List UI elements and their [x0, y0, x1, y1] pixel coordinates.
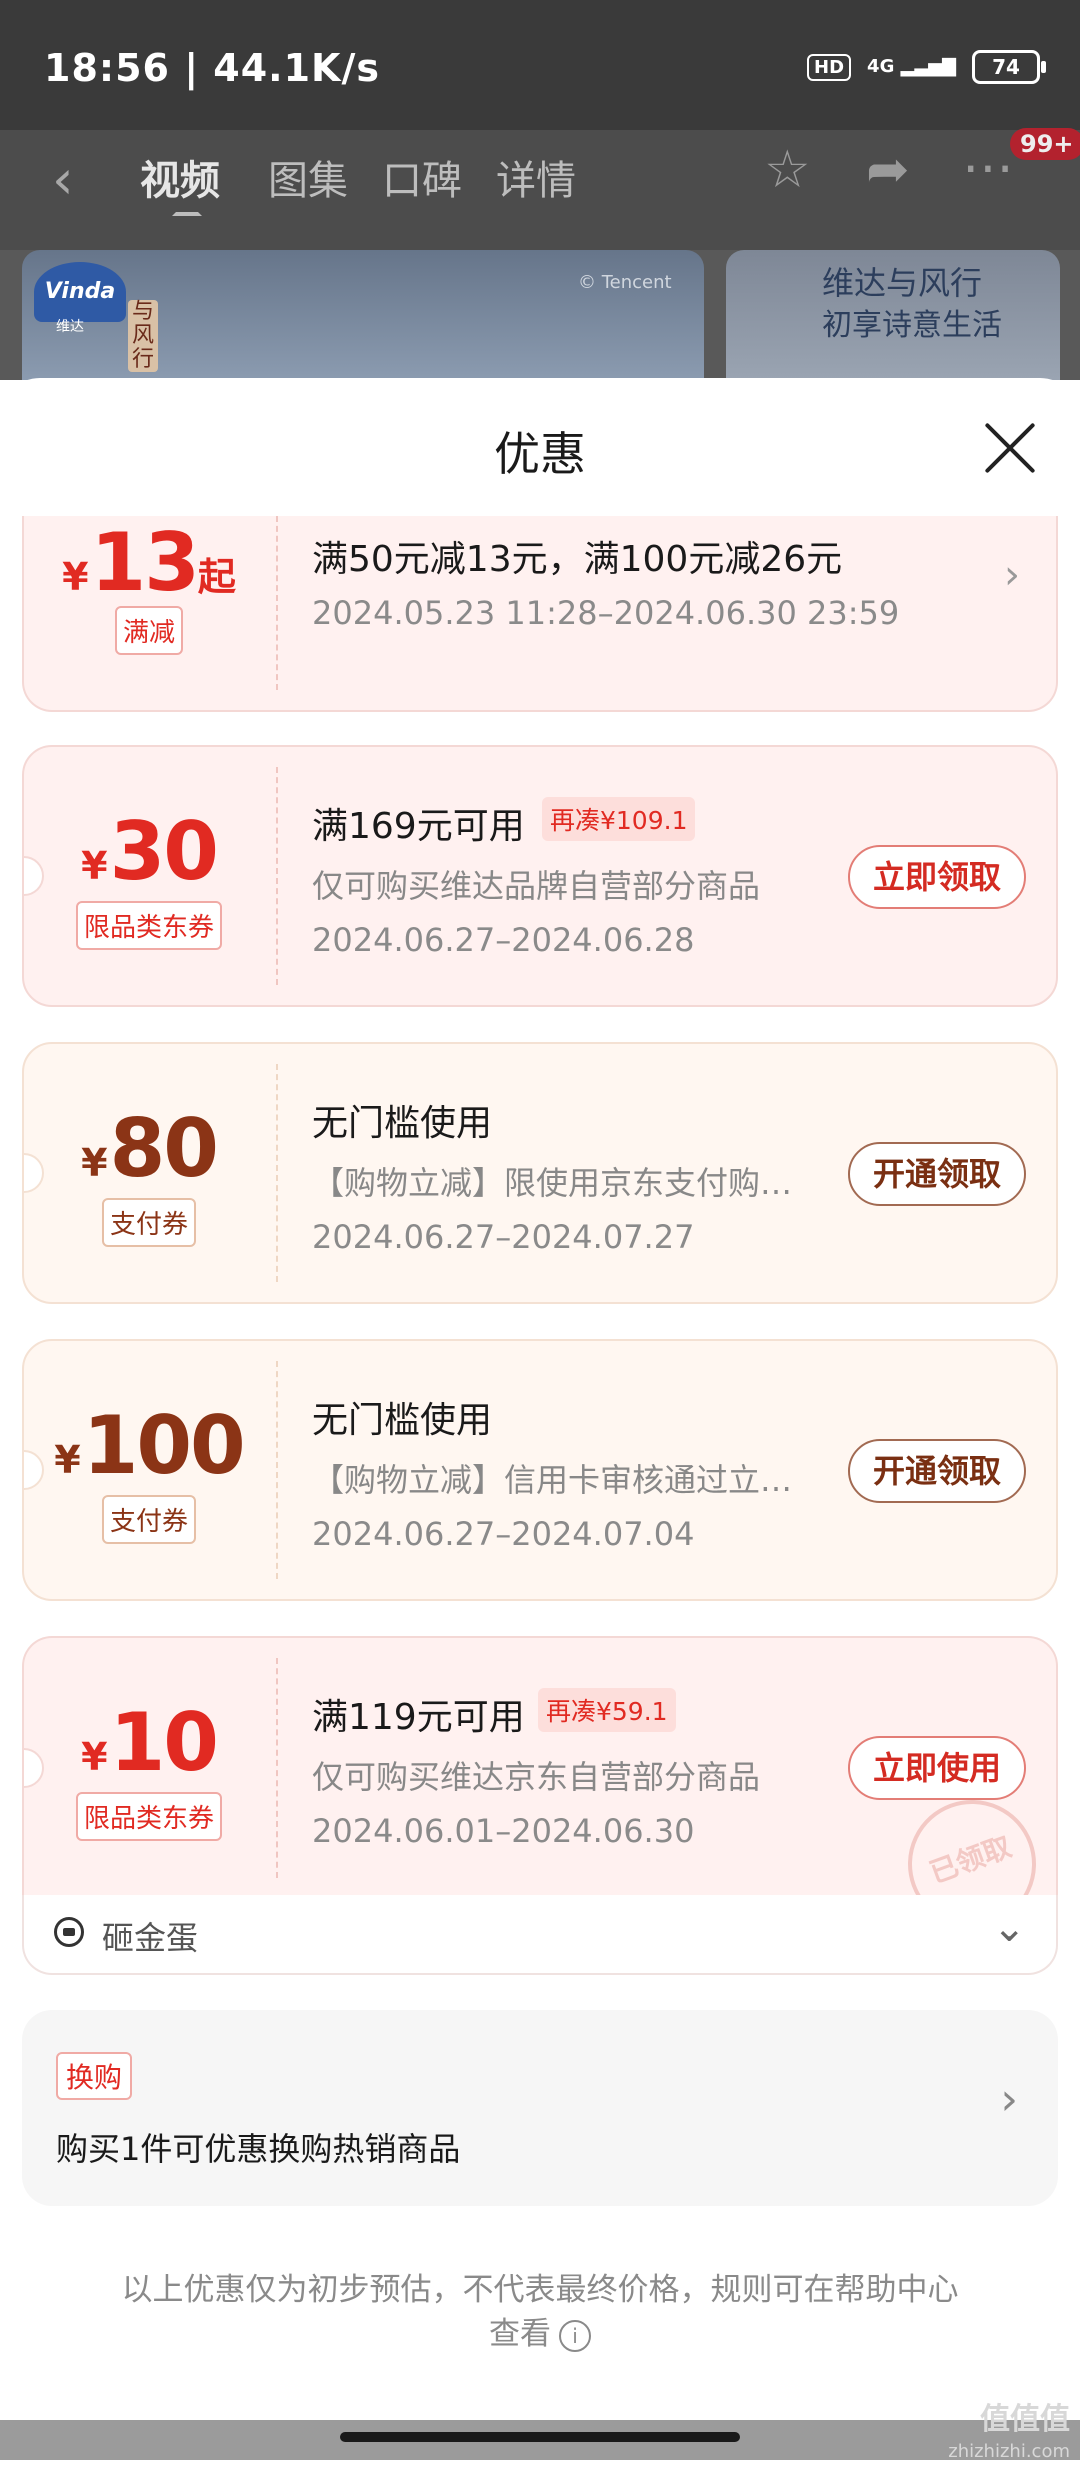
currency-symbol: ¥	[62, 555, 89, 599]
amount-value: 30	[109, 805, 219, 898]
coupon-amount: ¥100	[24, 1399, 274, 1492]
hd-icon: HD	[807, 53, 852, 81]
amount-suffix: 起	[197, 555, 236, 599]
coupon-card[interactable]: ¥80 支付券 无门槛使用 【购物立减】限使用京东支付购… 2024.06.27…	[22, 1042, 1058, 1304]
sheet-title: 优惠	[494, 427, 586, 481]
amount-value: 13	[90, 516, 200, 609]
coupon-card[interactable]: ¥30 限品类东券 满169元可用 再凑¥109.1 仅可购买维达品牌自营部分商…	[22, 745, 1058, 1007]
coupon-date: 2024.05.23 11:28–2024.06.30 23:59	[312, 594, 900, 632]
coupon-description: 仅可购买维达京东自营部分商品	[312, 1758, 761, 1796]
home-indicator[interactable]	[340, 2432, 740, 2442]
coupon-card[interactable]: ¥100 支付券 无门槛使用 【购物立减】信用卡审核通过立… 2024.06.2…	[22, 1339, 1058, 1601]
swap-tag: 换购	[56, 2052, 133, 2100]
coupon-condition: 满169元可用	[312, 806, 525, 847]
chevron-right-icon[interactable]: ›	[1000, 2074, 1018, 2125]
watermark-main: 值值值	[980, 2402, 1070, 2437]
amount-value: 80	[109, 1102, 219, 1195]
status-time: 18:56 | 44.1K/s	[44, 46, 380, 90]
coupon-type-tag: 限品类东券	[75, 1792, 223, 1841]
status-icons: HD 4G ▂▃▅▇ 74	[807, 50, 1046, 84]
coupon-amount: ¥80	[24, 1102, 274, 1195]
back-icon[interactable]: ‹	[52, 148, 74, 211]
network-icon: 4G ▂▃▅▇	[867, 56, 956, 77]
currency-symbol: ¥	[81, 1735, 108, 1779]
tab-gallery[interactable]: 图集	[268, 148, 348, 206]
coupon-condition: 满50元减13元，满100元减26元	[312, 539, 843, 580]
coupon-divider	[276, 1064, 278, 1282]
use-now-button[interactable]: 立即使用	[848, 1736, 1026, 1800]
activate-claim-button[interactable]: 开通领取	[848, 1439, 1026, 1503]
amount-value: 10	[109, 1696, 219, 1789]
message-badge: 99+	[1010, 128, 1080, 160]
smash-egg-label: 砸金蛋	[102, 1919, 199, 1957]
vinda-logo-sub: 维达	[56, 319, 84, 335]
coupon-card[interactable]: ¥10 限品类东券 满119元可用 再凑¥59.1 仅可购买维达京东自营部分商品…	[22, 1636, 1058, 1898]
coupon-condition: 无门槛使用	[312, 1400, 493, 1441]
coupon-date: 2024.06.27–2024.07.27	[312, 1218, 695, 1256]
coupon-amount: ¥13起	[24, 516, 274, 609]
currency-symbol: ¥	[54, 1438, 81, 1482]
watermark: 值值值 zhizhizhi.com	[948, 2404, 1070, 2468]
chevron-right-icon[interactable]: ›	[1004, 552, 1020, 598]
share-icon[interactable]: ➦	[866, 140, 910, 200]
banner-subtitle: 初享诗意生活	[822, 308, 1002, 343]
coupon-card[interactable]: ¥13起 满减 满50元减13元，满100元减26元 2024.05.23 11…	[22, 516, 1058, 712]
tab-video[interactable]: 视频	[140, 148, 220, 206]
claim-now-button[interactable]: 立即领取	[848, 845, 1026, 909]
swap-purchase-card[interactable]: 换购 购买1件可优惠换购热销商品 ›	[22, 2010, 1058, 2206]
smash-egg-row[interactable]: 砸金蛋 ⌄	[22, 1895, 1058, 1975]
swap-description: 购买1件可优惠换购热销商品	[56, 2130, 461, 2168]
coupon-divider	[276, 1658, 278, 1878]
banner-vertical-text: 与风行	[128, 300, 158, 372]
chevron-down-icon[interactable]: ⌄	[992, 1905, 1026, 1951]
coupon-condition: 满119元可用	[312, 1697, 525, 1738]
coupon-condition: 无门槛使用	[312, 1103, 493, 1144]
coupon-date: 2024.06.27–2024.06.28	[312, 921, 695, 959]
activate-claim-button[interactable]: 开通领取	[848, 1142, 1026, 1206]
vinda-logo: Vinda	[34, 262, 126, 322]
coupon-date: 2024.06.01–2024.06.30	[312, 1812, 695, 1850]
add-more-badge: 再凑¥109.1	[542, 797, 696, 841]
currency-symbol: ¥	[81, 1141, 108, 1185]
coupon-date: 2024.06.27–2024.07.04	[312, 1515, 695, 1553]
coupon-type-tag: 支付券	[101, 1198, 197, 1247]
coupon-description: 【购物立减】限使用京东支付购…	[312, 1164, 793, 1202]
coupon-type-tag: 限品类东券	[75, 901, 223, 950]
coupon-amount: ¥10	[24, 1696, 274, 1789]
currency-symbol: ¥	[81, 844, 108, 888]
tab-reviews[interactable]: 口碑	[382, 148, 462, 206]
more-icon[interactable]: ⋯	[962, 138, 1014, 198]
coupon-description: 【购物立减】信用卡审核通过立…	[312, 1461, 793, 1499]
amount-value: 100	[82, 1399, 246, 1492]
add-more-badge: 再凑¥59.1	[538, 1688, 676, 1732]
battery-icon: 74	[972, 50, 1046, 84]
favorite-star-icon[interactable]: ☆	[764, 140, 811, 200]
network-label: 4G	[867, 56, 895, 77]
coupon-type-tag: 满减	[114, 606, 184, 655]
watermark-sub: zhizhizhi.com	[948, 2441, 1070, 2462]
tab-details[interactable]: 详情	[496, 148, 576, 206]
coupon-type-tag: 支付券	[101, 1495, 197, 1544]
coupon-description: 仅可购买维达品牌自营部分商品	[312, 867, 761, 905]
hammer-icon	[54, 1917, 84, 1947]
info-icon[interactable]: i	[559, 2319, 591, 2352]
disclaimer-text: 以上优惠仅为初步预估，不代表最终价格，规则可在帮助中心查看	[121, 2272, 959, 2352]
disclaimer: 以上优惠仅为初步预估，不代表最终价格，规则可在帮助中心查看 i	[120, 2268, 960, 2356]
close-icon[interactable]	[982, 420, 1038, 476]
banner-title: 维达与风行	[822, 264, 983, 302]
coupon-divider	[276, 516, 278, 690]
coupon-divider	[276, 767, 278, 985]
coupon-divider	[276, 1361, 278, 1579]
coupon-amount: ¥30	[24, 805, 274, 898]
tab-indicator	[172, 202, 202, 216]
copyright-label: © Tencent	[578, 272, 672, 293]
